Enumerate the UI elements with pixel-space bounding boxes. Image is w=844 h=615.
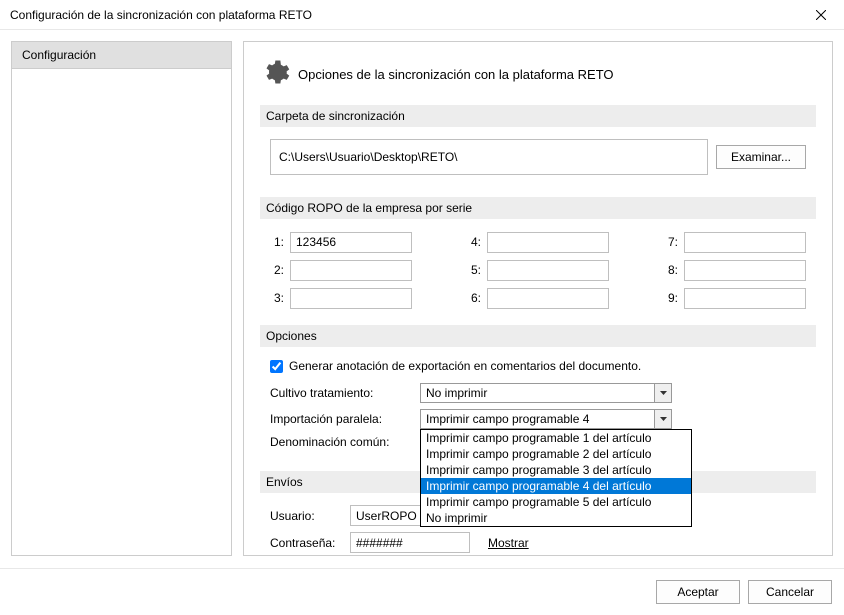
section-folder-header: Carpeta de sincronización	[260, 105, 816, 127]
ropo-lbl-9: 9:	[664, 291, 678, 305]
password-label: Contraseña:	[270, 536, 350, 550]
dropdown-option-2[interactable]: Imprimir campo programable 2 del artícul…	[421, 446, 691, 462]
dialog-footer: Aceptar Cancelar	[0, 568, 844, 615]
page-title: Opciones de la sincronización con la pla…	[298, 67, 614, 82]
paralela-combo[interactable]: Imprimir campo programable 4	[420, 409, 672, 429]
sidebar: Configuración	[11, 41, 232, 556]
window-title: Configuración de la sincronización con p…	[10, 8, 798, 22]
page-title-row: Opciones de la sincronización con la pla…	[260, 58, 816, 91]
browse-button[interactable]: Examinar...	[716, 145, 806, 169]
section-options: Opciones Generar anotación de exportació…	[260, 325, 816, 459]
ropo-input-5[interactable]	[487, 260, 609, 281]
dropdown-option-6[interactable]: No imprimir	[421, 510, 691, 526]
ropo-lbl-4: 4:	[467, 235, 481, 249]
dropdown-option-4[interactable]: Imprimir campo programable 4 del artícul…	[421, 478, 691, 494]
dropdown-option-5[interactable]: Imprimir campo programable 5 del artícul…	[421, 494, 691, 510]
ropo-lbl-5: 5:	[467, 263, 481, 277]
dialog-body: Configuración Opciones de la sincronizac…	[0, 30, 844, 567]
user-label: Usuario:	[270, 509, 350, 523]
ropo-input-1[interactable]	[290, 232, 412, 253]
paralela-label: Importación paralela:	[270, 412, 420, 426]
main-panel: Opciones de la sincronización con la pla…	[243, 41, 833, 556]
cancel-button[interactable]: Cancelar	[748, 580, 832, 604]
ropo-lbl-7: 7:	[664, 235, 678, 249]
ropo-input-3[interactable]	[290, 288, 412, 309]
export-annotation-checkbox[interactable]	[270, 360, 283, 373]
denom-label: Denominación común:	[270, 435, 420, 449]
chevron-down-icon	[654, 410, 671, 428]
ropo-input-6[interactable]	[487, 288, 609, 309]
section-ropo-header: Código ROPO de la empresa por serie	[260, 197, 816, 219]
cultivo-label: Cultivo tratamiento:	[270, 386, 420, 400]
close-button[interactable]	[798, 0, 844, 30]
ropo-input-4[interactable]	[487, 232, 609, 253]
cultivo-combo[interactable]: No imprimir	[420, 383, 672, 403]
close-icon	[816, 10, 826, 20]
ropo-lbl-3: 3:	[270, 291, 284, 305]
accept-button[interactable]: Aceptar	[656, 580, 740, 604]
paralela-dropdown[interactable]: Imprimir campo programable 1 del artícul…	[420, 429, 692, 527]
paralela-value: Imprimir campo programable 4	[426, 412, 589, 426]
dropdown-option-1[interactable]: Imprimir campo programable 1 del artícul…	[421, 430, 691, 446]
ropo-lbl-6: 6:	[467, 291, 481, 305]
dropdown-option-3[interactable]: Imprimir campo programable 3 del artícul…	[421, 462, 691, 478]
sync-folder-input[interactable]	[270, 139, 708, 175]
ropo-input-2[interactable]	[290, 260, 412, 281]
ropo-lbl-8: 8:	[664, 263, 678, 277]
ropo-input-8[interactable]	[684, 260, 806, 281]
ropo-lbl-2: 2:	[270, 263, 284, 277]
gear-icon	[260, 58, 290, 91]
export-annotation-label: Generar anotación de exportación en come…	[289, 359, 641, 373]
chevron-down-icon	[654, 384, 671, 402]
show-password-link[interactable]: Mostrar	[488, 536, 529, 550]
password-input[interactable]	[350, 532, 470, 553]
ropo-lbl-1: 1:	[270, 235, 284, 249]
cultivo-value: No imprimir	[426, 386, 487, 400]
section-options-header: Opciones	[260, 325, 816, 347]
section-folder: Carpeta de sincronización Examinar...	[260, 105, 816, 185]
titlebar: Configuración de la sincronización con p…	[0, 0, 844, 30]
ropo-input-7[interactable]	[684, 232, 806, 253]
sidebar-item-configuracion[interactable]: Configuración	[12, 42, 231, 69]
section-ropo: Código ROPO de la empresa por serie 1: 2…	[260, 197, 816, 313]
ropo-input-9[interactable]	[684, 288, 806, 309]
sidebar-item-label: Configuración	[22, 48, 96, 62]
